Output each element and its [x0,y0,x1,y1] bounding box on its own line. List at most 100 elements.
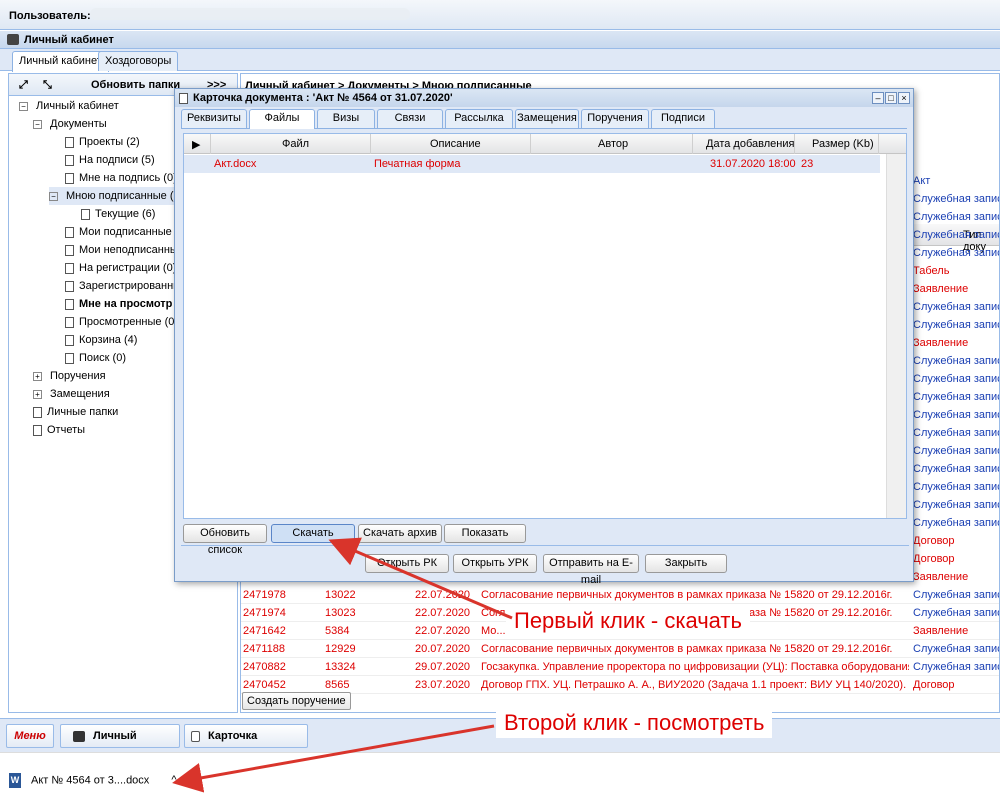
tree-node-label: Просмотренные (0) [79,316,179,328]
row-type: Заявление [913,625,969,637]
row-num: 5384 [325,625,350,637]
type-cell: Договор [913,553,955,565]
row-date: 22.07.2020 [415,607,471,619]
type-cell: Заявление [913,337,969,349]
send-email-button[interactable]: Отправить на E-mail [543,554,639,586]
folder-document-icon [65,154,74,166]
folder-document-icon [65,262,74,274]
row-type: Служебная записка [913,643,999,655]
files-grid-scrollbar[interactable] [886,154,906,518]
download-archive-button[interactable]: Скачать архив [358,524,442,543]
row-date: 29.07.2020 [415,661,471,673]
row-desc: Госзакупка. Управление проректора по циф… [481,661,909,673]
column-header-date-added[interactable]: Дата добавления [706,138,794,150]
dialog-title: Карточка документа : 'Акт № 4564 от 31.0… [193,92,453,104]
dialog-tab[interactable]: Подписи [651,109,715,128]
close-icon[interactable]: × [898,92,910,104]
column-header-size[interactable]: Размер (Kb) [812,138,874,150]
table-row[interactable]: 2470882 13324 29.07.2020 Госзакупка. Управл… [241,658,999,676]
document-icon [179,93,188,104]
taskbar-card-button[interactable]: Карточка документ... [184,724,308,764]
collapse-toggle-icon[interactable]: − [49,191,58,201]
column-header-author[interactable]: Автор [598,138,628,150]
file-date: 31.07.2020 18:00 [710,158,796,170]
open-urk-button[interactable]: Открыть УРК [453,554,537,573]
expand-toggle-icon[interactable]: + [33,371,42,381]
row-num: 13023 [325,607,356,619]
dialog-tab[interactable]: Файлы [249,109,315,129]
tab-contracts[interactable]: Хоздоговоры [98,51,179,71]
expand-toggle-icon[interactable]: + [33,389,42,399]
column-header-file[interactable]: Файл [282,138,309,150]
dialog-title-bar[interactable]: Карточка документа : 'Акт № 4564 от 31.0… [175,89,913,107]
row-num: 12929 [325,643,356,655]
refresh-list-button[interactable]: Обновить список [183,524,267,556]
folder-document-icon [65,172,74,184]
row-num: 13324 [325,661,356,673]
maximize-icon[interactable]: □ [885,92,897,104]
minimize-icon[interactable]: – [872,92,884,104]
tree-node-label: На регистрации (0) [79,262,177,274]
create-assignment-button[interactable]: Создать поручение [242,692,351,710]
refresh-folders-button[interactable]: Обновить папки [91,79,180,91]
document-icon [191,730,200,742]
browser-download-bar: W Акт № 4564 от 3....docx ^ [0,752,1000,802]
row-date: 23.07.2020 [415,679,471,691]
annotation-second-click: Второй клик - посмотреть [496,708,773,738]
row-id: 2470882 [243,661,286,673]
type-cell: Служебная записка [913,481,999,493]
open-rk-button[interactable]: Открыть РК [365,554,449,573]
dialog-tab[interactable]: Рассылка [445,109,513,128]
type-cell: Служебная записка [913,373,999,385]
folder-document-icon [65,334,74,346]
row-id: 2471188 [243,643,286,655]
row-date: 20.07.2020 [415,643,471,655]
dialog-tab[interactable]: Визы [317,109,375,128]
main-tabs: Личный кабинет Хоздоговоры [0,49,1000,72]
row-id: 2471642 [243,625,286,637]
dialog-tabs: Реквизиты Файлы Визы Связи Рассылка Замещения… [181,109,907,129]
dialog-tab[interactable]: Реквизиты [181,109,247,128]
downloaded-file-name: Акт № 4564 от 3....docx [31,774,150,787]
file-row[interactable]: Акт.docx Печатная форма 31.07.2020 18:00… [184,155,880,173]
row-type: Служебная записка [913,607,999,619]
column-header-description[interactable]: Описание [430,138,481,150]
collapse-icon[interactable]: ⤡ [43,79,57,91]
table-row[interactable]: 2471188 12929 20.07.2020 Согласование перви… [241,640,999,658]
chevron-up-icon[interactable]: ^ [171,774,176,786]
collapse-toggle-icon[interactable]: − [33,119,42,129]
type-cell: Акт [913,175,931,187]
type-cell: Служебная записка [913,517,999,529]
row-type: Договор [913,679,955,691]
app-title: Личный кабинет [24,34,114,46]
table-row[interactable]: 2471978 13022 22.07.2020 Согласование перви… [241,586,999,604]
tab-personal-cabinet[interactable]: Личный кабинет [12,51,109,72]
close-button[interactable]: Закрыть [645,554,727,573]
type-cell: Служебная записка [913,301,999,313]
type-column: Акт Служебная записка Служебная записка Слу… [913,172,999,586]
files-grid-header: ▶ Файл Описание Автор Дата добавления Ра… [184,134,906,154]
user-name-blurred [90,8,410,20]
row-type: Служебная записка [913,589,999,601]
folder-document-icon [65,316,74,328]
show-button[interactable]: Показать [444,524,526,543]
downloaded-file-item[interactable]: W Акт № 4564 от 3....docx ^ [9,773,176,788]
dialog-tab[interactable]: Связи [377,109,443,128]
tree-node-label: Текущие (6) [95,208,156,220]
download-button[interactable]: Скачать [271,524,355,543]
dialog-footer: Открыть РК Открыть УРК Отправить на E-ma… [181,545,909,586]
type-cell: Договор [913,535,955,547]
type-cell: Служебная записка [913,427,999,439]
collapse-toggle-icon[interactable]: − [19,101,28,111]
taskbar-cabinet-button[interactable]: Личный кабинет [60,724,180,764]
file-name: Акт.docx [214,158,257,170]
expand-icon[interactable]: ⤢ [19,79,33,91]
dialog-tab[interactable]: Замещения [515,109,579,128]
user-label: Пользователь: [9,10,91,22]
menu-button[interactable]: Меню [6,724,54,748]
row-desc: Согласование первичных документов в рамк… [481,643,893,655]
table-row[interactable]: 2470452 8565 23.07.2020 Договор ГПХ. УЦ. Пе… [241,676,999,694]
type-cell: Табель [913,265,950,277]
type-cell: Служебная записка [913,463,999,475]
dialog-tab[interactable]: Поручения [581,109,649,128]
